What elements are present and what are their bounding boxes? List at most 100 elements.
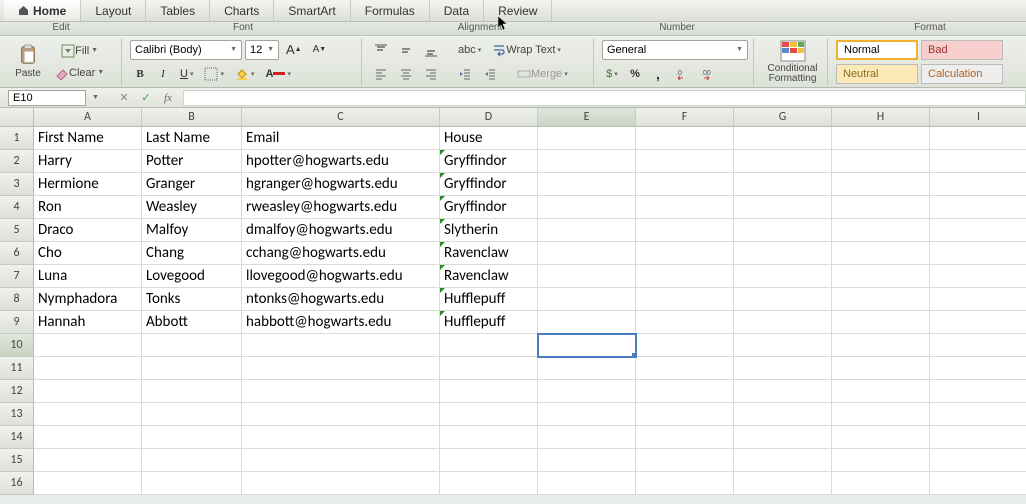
cell-A14[interactable]	[34, 426, 142, 449]
align-center-button[interactable]	[395, 64, 417, 84]
select-all-corner[interactable]	[0, 108, 34, 127]
clear-button[interactable]: Clear▼	[51, 63, 108, 83]
cell-F16[interactable]	[636, 472, 734, 495]
cell-D2[interactable]: Gryffindor	[440, 150, 538, 173]
cell-F15[interactable]	[636, 449, 734, 472]
menu-tab-formulas[interactable]: Formulas	[351, 0, 430, 21]
cell-A11[interactable]	[34, 357, 142, 380]
number-format-combo[interactable]: General▼	[602, 40, 748, 60]
cell-H6[interactable]	[832, 242, 930, 265]
cell-C6[interactable]: cchang@hogwarts.edu	[242, 242, 440, 265]
cell-C7[interactable]: llovegood@hogwarts.edu	[242, 265, 440, 288]
fill-color-button[interactable]: ▾	[231, 64, 259, 84]
font-size-combo[interactable]: 12▼	[245, 40, 279, 60]
cell-G14[interactable]	[734, 426, 832, 449]
column-header-E[interactable]: E	[538, 108, 636, 127]
cell-F4[interactable]	[636, 196, 734, 219]
font-color-button[interactable]: A▾	[262, 64, 295, 84]
column-header-H[interactable]: H	[832, 108, 930, 127]
cell-H13[interactable]	[832, 403, 930, 426]
cell-B3[interactable]: Granger	[142, 173, 242, 196]
cell-E15[interactable]	[538, 449, 636, 472]
cell-H4[interactable]	[832, 196, 930, 219]
cell-F3[interactable]	[636, 173, 734, 196]
cell-I15[interactable]	[930, 449, 1026, 472]
cell-A4[interactable]: Ron	[34, 196, 142, 219]
cell-D5[interactable]: Slytherin	[440, 219, 538, 242]
cell-C1[interactable]: Email	[242, 127, 440, 150]
cell-H3[interactable]	[832, 173, 930, 196]
row-header-9[interactable]: 9	[0, 311, 34, 334]
cell-E10[interactable]	[538, 334, 636, 357]
cell-B2[interactable]: Potter	[142, 150, 242, 173]
cell-H1[interactable]	[832, 127, 930, 150]
cell-D6[interactable]: Ravenclaw	[440, 242, 538, 265]
row-header-13[interactable]: 13	[0, 403, 34, 426]
cell-F9[interactable]	[636, 311, 734, 334]
cell-G13[interactable]	[734, 403, 832, 426]
row-header-12[interactable]: 12	[0, 380, 34, 403]
column-header-A[interactable]: A	[34, 108, 142, 127]
name-box[interactable]: E10	[8, 90, 86, 106]
column-header-I[interactable]: I	[930, 108, 1026, 127]
cell-C13[interactable]	[242, 403, 440, 426]
menu-tab-tables[interactable]: Tables	[146, 0, 210, 21]
column-header-F[interactable]: F	[636, 108, 734, 127]
increase-indent-button[interactable]	[479, 64, 501, 84]
borders-button[interactable]: ▾	[200, 64, 228, 84]
cell-B15[interactable]	[142, 449, 242, 472]
cell-H11[interactable]	[832, 357, 930, 380]
cell-E3[interactable]	[538, 173, 636, 196]
row-header-6[interactable]: 6	[0, 242, 34, 265]
cell-A5[interactable]: Draco	[34, 219, 142, 242]
cell-H10[interactable]	[832, 334, 930, 357]
cell-D3[interactable]: Gryffindor	[440, 173, 538, 196]
accept-formula-button[interactable]: ✓	[137, 90, 155, 106]
row-header-16[interactable]: 16	[0, 472, 34, 495]
cell-G15[interactable]	[734, 449, 832, 472]
cell-I16[interactable]	[930, 472, 1026, 495]
cell-I13[interactable]	[930, 403, 1026, 426]
cell-D12[interactable]	[440, 380, 538, 403]
cell-I12[interactable]	[930, 380, 1026, 403]
cell-G16[interactable]	[734, 472, 832, 495]
cell-A6[interactable]: Cho	[34, 242, 142, 265]
menu-tab-charts[interactable]: Charts	[210, 0, 274, 21]
cell-E16[interactable]	[538, 472, 636, 495]
row-header-4[interactable]: 4	[0, 196, 34, 219]
cell-G7[interactable]	[734, 265, 832, 288]
cell-A7[interactable]: Luna	[34, 265, 142, 288]
cell-G10[interactable]	[734, 334, 832, 357]
bold-button[interactable]: B	[130, 64, 150, 84]
cell-F10[interactable]	[636, 334, 734, 357]
cell-C9[interactable]: habbott@hogwarts.edu	[242, 311, 440, 334]
cell-F7[interactable]	[636, 265, 734, 288]
cell-G8[interactable]	[734, 288, 832, 311]
grow-font-button[interactable]: A▲	[282, 40, 306, 60]
cell-I8[interactable]	[930, 288, 1026, 311]
cell-A1[interactable]: First Name	[34, 127, 142, 150]
cell-C2[interactable]: hpotter@hogwarts.edu	[242, 150, 440, 173]
cell-F13[interactable]	[636, 403, 734, 426]
cell-B6[interactable]: Chang	[142, 242, 242, 265]
menu-tab-data[interactable]: Data	[430, 0, 484, 21]
cell-B10[interactable]	[142, 334, 242, 357]
cell-C3[interactable]: hgranger@hogwarts.edu	[242, 173, 440, 196]
cell-G3[interactable]	[734, 173, 832, 196]
cell-H16[interactable]	[832, 472, 930, 495]
cell-F1[interactable]	[636, 127, 734, 150]
cell-I2[interactable]	[930, 150, 1026, 173]
cell-I10[interactable]	[930, 334, 1026, 357]
cell-G11[interactable]	[734, 357, 832, 380]
increase-decimal-button[interactable]: .00	[696, 64, 718, 84]
cell-E8[interactable]	[538, 288, 636, 311]
cell-F11[interactable]	[636, 357, 734, 380]
row-header-11[interactable]: 11	[0, 357, 34, 380]
decrease-decimal-button[interactable]: .0	[671, 64, 693, 84]
style-bad[interactable]: Bad	[921, 40, 1003, 60]
cell-B14[interactable]	[142, 426, 242, 449]
cell-D9[interactable]: Hufflepuff	[440, 311, 538, 334]
cell-D4[interactable]: Gryffindor	[440, 196, 538, 219]
cell-D16[interactable]	[440, 472, 538, 495]
cell-F14[interactable]	[636, 426, 734, 449]
